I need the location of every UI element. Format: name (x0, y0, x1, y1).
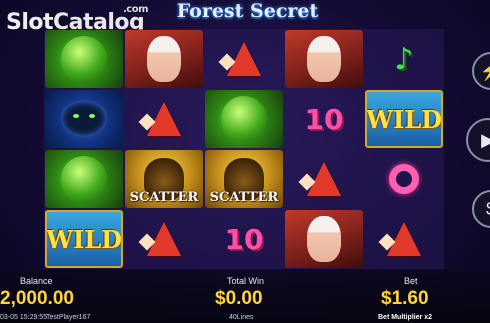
ten-symbol: 10 (224, 222, 264, 256)
datetime: 03-05 15:29:55 (0, 314, 48, 321)
player-name: TestPlayer167 (46, 314, 91, 321)
lines-count: 40Lines (229, 314, 254, 321)
a-symbol-icon (138, 102, 181, 136)
reel-cell (285, 30, 363, 88)
reel-cell: 10 (205, 210, 283, 268)
girl-symbol-icon (147, 36, 181, 82)
reel-cell (125, 90, 203, 148)
a-symbol-icon (298, 162, 341, 196)
reel-cell (45, 90, 123, 148)
reel-cell: 10 (285, 90, 363, 148)
reel-cell: WILD (365, 90, 443, 148)
reel-cell (125, 30, 203, 88)
play-icon: ▶ (481, 129, 490, 150)
bet-button[interactable]: $ (472, 190, 490, 228)
reel-cell (365, 210, 443, 268)
wild-label: WILD (46, 224, 122, 254)
dollar-icon: $ (486, 199, 490, 220)
reel-cell: SCATTER (205, 150, 283, 208)
girl-symbol-icon (307, 216, 341, 262)
girl-symbol-icon (307, 36, 341, 82)
ten-symbol: 10 (304, 102, 344, 136)
reel-cell (285, 210, 363, 268)
reel-cell (365, 150, 443, 208)
bet-multiplier: Bet Multiplier x2 (378, 314, 433, 321)
bet-value: $1.60 (381, 288, 429, 309)
spin-button[interactable]: ▶ (466, 118, 490, 162)
snake-symbol-icon (61, 156, 107, 202)
lightning-icon: ⚡ (480, 61, 490, 82)
reel-cell (45, 30, 123, 88)
scatter-label: SCATTER (129, 190, 199, 205)
game-title: Forest Secret (176, 0, 319, 22)
a-symbol-icon (218, 42, 261, 76)
j-symbol-icon: ♪ (394, 41, 414, 77)
reel-cell (205, 90, 283, 148)
bet-label: Bet (404, 276, 418, 286)
wild-label: WILD (366, 104, 442, 134)
a-symbol-icon (378, 222, 421, 256)
turbo-button[interactable]: ⚡ (472, 52, 490, 90)
reel-cell (205, 30, 283, 88)
reel-cell: SCATTER (125, 150, 203, 208)
total-win-label: Total Win (227, 276, 265, 286)
total-win-value: $0.00 (215, 288, 263, 309)
panther-symbol-icon (61, 101, 107, 137)
balance-value: 2,000.00 (0, 288, 74, 309)
reel-cell: ♪ (365, 30, 443, 88)
balance-label: Balance (20, 276, 53, 286)
reel-grid: ♪ 10 WILD SCATTER SCATTER WILD 10 (44, 29, 444, 269)
snake-symbol-icon (221, 96, 267, 142)
reel-cell (285, 150, 363, 208)
reel-cell (45, 150, 123, 208)
snake-symbol-icon (61, 36, 107, 82)
q-symbol-icon (389, 164, 419, 194)
scatter-label: SCATTER (209, 190, 279, 205)
reel-cell (125, 210, 203, 268)
a-symbol-icon (138, 222, 181, 256)
reel-cell: WILD (45, 210, 123, 268)
